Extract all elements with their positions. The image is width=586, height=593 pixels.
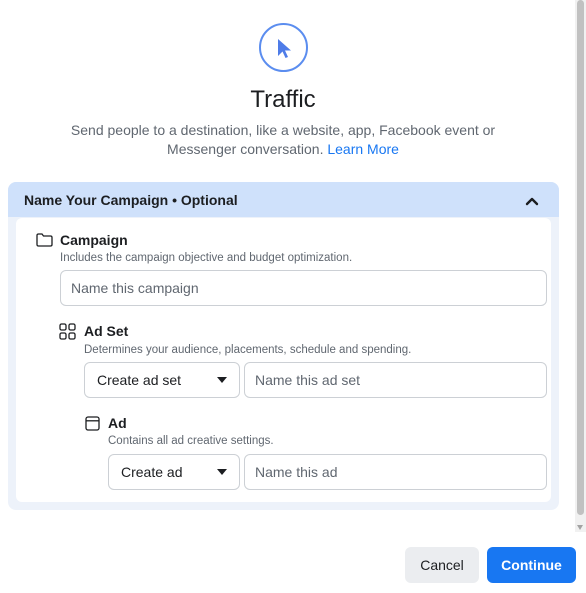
cancel-button[interactable]: Cancel bbox=[405, 547, 479, 583]
chevron-up-icon[interactable] bbox=[525, 193, 539, 211]
scrollbar[interactable] bbox=[575, 0, 586, 532]
ad-window-icon bbox=[85, 416, 100, 436]
panel-header[interactable]: Name Your Campaign • Optional bbox=[8, 182, 559, 217]
name-campaign-panel: Name Your Campaign • Optional Campaign I… bbox=[8, 182, 559, 510]
caret-down-icon bbox=[217, 377, 227, 383]
scroll-down-arrow-icon[interactable] bbox=[577, 525, 583, 530]
panel-header-title: Name Your Campaign • Optional bbox=[24, 192, 238, 208]
objective-title: Traffic bbox=[250, 86, 316, 113]
ad-name-input[interactable] bbox=[244, 454, 547, 490]
objective-description-text: Send people to a destination, like a web… bbox=[70, 122, 496, 157]
learn-more-link[interactable]: Learn More bbox=[327, 141, 399, 157]
ad-set-description: Determines your audience, placements, sc… bbox=[84, 344, 412, 356]
ad-select[interactable]: Create ad bbox=[108, 454, 240, 490]
ad-title: Ad bbox=[108, 415, 127, 431]
panel-body: Campaign Includes the campaign objective… bbox=[16, 218, 551, 502]
ad-set-select[interactable]: Create ad set bbox=[84, 362, 240, 398]
ad-set-select-value: Create ad set bbox=[97, 372, 182, 388]
cursor-icon bbox=[259, 23, 308, 72]
ad-description: Contains all ad creative settings. bbox=[108, 435, 274, 447]
create-campaign-dialog: Traffic Send people to a destination, li… bbox=[0, 0, 576, 593]
ad-select-value: Create ad bbox=[121, 464, 183, 480]
campaign-title: Campaign bbox=[60, 232, 128, 248]
campaign-name-input[interactable] bbox=[60, 270, 547, 306]
objective-description: Send people to a destination, like a web… bbox=[60, 121, 506, 159]
ad-set-name-input[interactable] bbox=[244, 362, 547, 398]
scrollbar-thumb[interactable] bbox=[577, 0, 584, 515]
continue-button[interactable]: Continue bbox=[487, 547, 576, 583]
caret-down-icon bbox=[217, 469, 227, 475]
folder-icon bbox=[36, 233, 53, 252]
ad-set-title: Ad Set bbox=[84, 323, 129, 339]
campaign-description: Includes the campaign objective and budg… bbox=[60, 252, 353, 264]
grid-icon bbox=[59, 323, 76, 345]
